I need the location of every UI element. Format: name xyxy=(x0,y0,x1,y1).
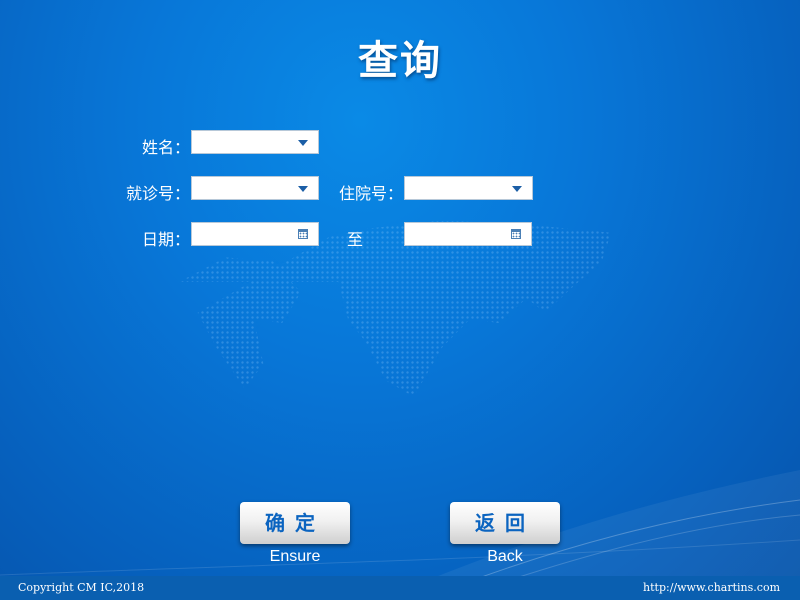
footer-bar: Copyright CM IC,2018 http://www.chartins… xyxy=(0,576,800,600)
chevron-down-icon[interactable] xyxy=(512,186,522,192)
date-from-field[interactable] xyxy=(191,222,319,246)
visit-no-label: 就诊号： xyxy=(125,184,190,203)
name-label: 姓名： xyxy=(141,138,190,157)
date-to-label: 至 xyxy=(346,230,363,249)
ensure-caption: Ensure xyxy=(269,548,321,565)
ensure-button[interactable]: 确定 xyxy=(240,502,350,544)
copyright-text: Copyright CM IC,2018 xyxy=(18,581,145,594)
calendar-icon[interactable] xyxy=(511,229,521,239)
visit-no-select[interactable] xyxy=(191,176,319,200)
chevron-down-icon[interactable] xyxy=(298,140,308,146)
calendar-icon[interactable] xyxy=(298,229,308,239)
name-select[interactable] xyxy=(191,130,319,154)
page-title: 查询 xyxy=(358,38,442,84)
website-link[interactable]: http://www.chartins.com xyxy=(643,581,780,594)
inpatient-no-select[interactable] xyxy=(404,176,533,200)
date-to-field[interactable] xyxy=(404,222,532,246)
chevron-down-icon[interactable] xyxy=(298,186,308,192)
back-button[interactable]: 返回 xyxy=(450,502,560,544)
back-caption: Back xyxy=(487,548,523,565)
inpatient-no-label: 住院号： xyxy=(338,184,403,203)
date-label: 日期： xyxy=(141,230,190,249)
